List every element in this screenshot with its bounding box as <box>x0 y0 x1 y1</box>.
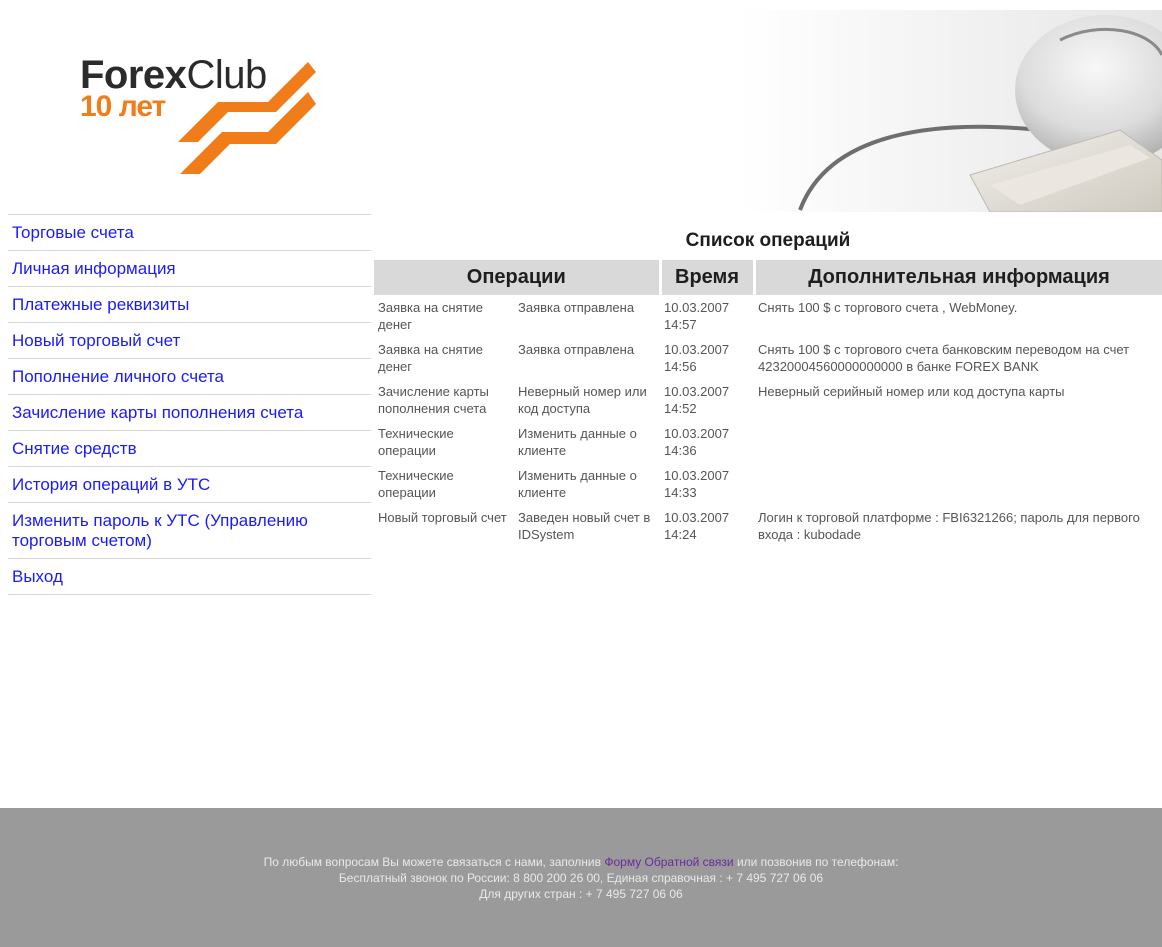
cell-operation-type: Заявка на снятие денег <box>378 342 484 374</box>
table-row: Заявка на снятие денег Заявка отправлена… <box>374 295 1162 337</box>
feedback-form-link[interactable]: Форму Обратной связи <box>604 855 733 869</box>
cell-clock: 14:52 <box>664 401 697 416</box>
sidebar-item-top-up-personal-account[interactable]: Пополнение личного счета <box>8 359 371 395</box>
sidebar-item-payment-details[interactable]: Платежные реквизиты <box>8 287 371 323</box>
footer-contact-text: По любым вопросам Вы можете связаться с … <box>0 854 1162 902</box>
sidebar-item-change-uts-password[interactable]: Изменить пароль к УТС (Управлению торгов… <box>8 503 371 559</box>
cell-operation-type: Заявка на снятие денег <box>378 300 484 332</box>
page-title: Список операций <box>685 230 851 251</box>
cell-time: 10.03.2007 14:33 <box>660 463 754 505</box>
footer: По любым вопросам Вы можете связаться с … <box>0 808 1162 947</box>
cell-operation-status: Изменить данные о клиенте <box>518 426 637 458</box>
cell-clock: 14:57 <box>664 317 697 332</box>
cell-date: 10.03.2007 <box>664 342 730 357</box>
sidebar-item-uts-history[interactable]: История операций в УТС <box>8 467 371 503</box>
sidebar-item-trading-accounts[interactable]: Торговые счета <box>8 215 371 251</box>
cell-info: Неверный серийный номер или код доступа … <box>758 384 1065 399</box>
sidebar-item-personal-info[interactable]: Личная информация <box>8 251 371 287</box>
cell-info <box>754 463 1162 505</box>
cell-date: 10.03.2007 <box>664 300 730 315</box>
cell-info: Снять 100 $ с торгового счета , WebMoney… <box>758 300 1018 315</box>
cell-operation-type: Новый торговый счет <box>378 510 507 525</box>
cell-date: 10.03.2007 <box>664 468 730 483</box>
page: ForexClub 10 лет Торговые счета Личная и… <box>0 0 1162 947</box>
header-info: Дополнительная информация <box>754 260 1162 295</box>
cell-time: 10.03.2007 14:57 <box>660 295 754 337</box>
logo-stripes-icon <box>178 62 316 174</box>
operations-section: Список операций Операции Время Дополните… <box>374 224 1162 547</box>
cell-clock: 14:24 <box>664 527 697 542</box>
sidebar-item-withdraw-funds[interactable]: Снятие средств <box>8 431 371 467</box>
operations-table: Операции Время Дополнительная информация… <box>374 260 1162 547</box>
cell-operation-type: Технические операции <box>378 468 454 500</box>
table-row: Заявка на снятие денег Заявка отправлена… <box>374 337 1162 379</box>
footer-line1-after: или позвонив по телефонам: <box>733 855 899 869</box>
logo-subtitle: 10 лет <box>80 90 166 123</box>
cell-date: 10.03.2007 <box>664 510 730 525</box>
cell-operation-type: Зачисление карты пополнения счета <box>378 384 489 416</box>
cell-clock: 14:33 <box>664 485 697 500</box>
cell-info: Снять 100 $ с торгового счета банковским… <box>758 342 1130 374</box>
footer-line3: Для других стран : + 7 495 727 06 06 <box>479 887 683 901</box>
cell-time: 10.03.2007 14:56 <box>660 337 754 379</box>
cell-operation-status: Неверный номер или код доступа <box>518 384 647 416</box>
footer-line2: Бесплатный звонок по России: 8 800 200 2… <box>338 871 824 885</box>
table-row: Зачисление карты пополнения счета Неверн… <box>374 379 1162 421</box>
table-row: Новый торговый счет Заведен новый счет в… <box>374 505 1162 547</box>
header-time: Время <box>660 260 756 295</box>
mouse-card-illustration <box>740 10 1162 212</box>
cell-date: 10.03.2007 <box>664 426 730 441</box>
cell-info: Логин к торговой платформе : FBI6321266;… <box>758 510 1140 542</box>
cell-info <box>754 421 1162 463</box>
cell-operation-status: Заведен новый счет в IDSystem <box>518 510 651 542</box>
sidebar-nav: Торговые счета Личная информация Платежн… <box>8 214 371 595</box>
cell-operation-status: Изменить данные о клиенте <box>518 468 637 500</box>
footer-line1-before: По любым вопросам Вы можете связаться с … <box>263 855 605 869</box>
cell-clock: 14:36 <box>664 443 697 458</box>
table-row: Технические операции Изменить данные о к… <box>374 463 1162 505</box>
cell-operation-status: Заявка отправлена <box>518 342 635 357</box>
table-header-row: Операции Время Дополнительная информация <box>374 260 1162 295</box>
cell-operation-type: Технические операции <box>378 426 454 458</box>
sidebar-item-logout[interactable]: Выход <box>8 559 371 595</box>
cell-time: 10.03.2007 14:52 <box>660 379 754 421</box>
sidebar-item-card-credit[interactable]: Зачисление карты пополнения счета <box>8 395 371 431</box>
table-row: Технические операции Изменить данные о к… <box>374 421 1162 463</box>
sidebar-item-new-trading-account[interactable]: Новый торговый счет <box>8 323 371 359</box>
cell-date: 10.03.2007 <box>664 384 730 399</box>
header-operations: Операции <box>374 260 662 295</box>
cell-time: 10.03.2007 14:36 <box>660 421 754 463</box>
cell-clock: 14:56 <box>664 359 697 374</box>
forexclub-logo[interactable]: ForexClub 10 лет <box>78 52 318 182</box>
cell-time: 10.03.2007 14:24 <box>660 505 754 547</box>
cell-operation-status: Заявка отправлена <box>518 300 635 315</box>
